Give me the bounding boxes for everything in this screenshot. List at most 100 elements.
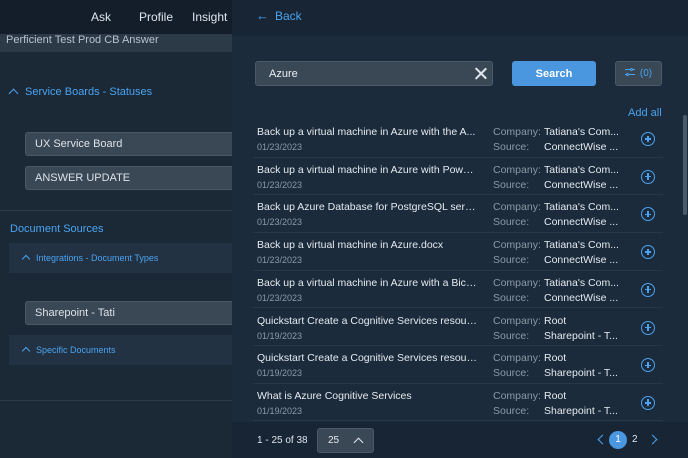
company-value: Tatiana's Com... <box>544 163 619 176</box>
chevron-up-icon <box>8 88 19 99</box>
result-row[interactable]: Back up a virtual machine in Azure with … <box>253 271 663 309</box>
result-title[interactable]: What is Azure Cognitive Services <box>257 390 479 402</box>
source-label: Source: <box>493 291 530 304</box>
result-title[interactable]: Quickstart Create a Cognitive Services r… <box>257 315 479 327</box>
company-label: Company: <box>493 352 541 365</box>
company-value: Tatiana's Com... <box>544 239 619 252</box>
result-date: 01/23/2023 <box>257 217 303 228</box>
service-boards-header[interactable]: Service Boards - Statuses <box>0 86 232 99</box>
source-value: ConnectWise ... <box>544 141 619 153</box>
divider <box>0 400 232 401</box>
specific-documents-header[interactable]: Specific Documents <box>9 335 232 365</box>
result-title[interactable]: Back up a virtual machine in Azure.docx <box>257 239 479 251</box>
result-date: 01/19/2023 <box>257 330 303 341</box>
company-label: Company: <box>493 239 541 252</box>
filter-count: (0) <box>639 68 653 79</box>
top-navigation: Ask Profile Insight <box>0 0 232 34</box>
company-value: Tatiana's Com... <box>544 201 619 214</box>
result-row[interactable]: Quickstart Create a Cognitive Services r… <box>253 346 663 384</box>
add-circle-icon[interactable] <box>641 245 655 260</box>
chevron-left-icon[interactable] <box>597 434 608 445</box>
result-title[interactable]: Quickstart Create a Cognitive Services r… <box>257 352 479 364</box>
company-value: Root <box>544 314 567 327</box>
results-range: 1 - 25 of 38 <box>257 435 308 446</box>
scrollbar-thumb[interactable] <box>683 115 687 215</box>
company-label: Company: <box>493 314 541 327</box>
result-row[interactable]: What is Azure Cognitive Services 01/19/20… <box>253 384 663 422</box>
company-label: Company: <box>493 201 541 214</box>
document-search-drawer: ← Back Search (0) Add all Back up a virtu… <box>232 0 688 458</box>
add-circle-icon[interactable] <box>641 358 655 373</box>
result-title[interactable]: Back up Azure Database for PostgreSQL se… <box>257 201 479 213</box>
chevron-up-icon <box>21 346 31 356</box>
divider <box>0 210 232 211</box>
nav-insight[interactable]: Insight <box>192 10 227 24</box>
source-value: Sharepoint - T... <box>544 404 618 417</box>
close-icon[interactable] <box>474 67 487 80</box>
integrations-title: Integrations - Document Types <box>36 253 159 263</box>
search-input[interactable] <box>256 62 464 85</box>
page-size-select[interactable]: 25 <box>317 428 374 453</box>
back-label: Back <box>275 9 302 23</box>
source-label: Source: <box>493 404 530 417</box>
nav-ask[interactable]: Ask <box>91 10 111 24</box>
company-value: Root <box>544 352 567 365</box>
source-label: Source: <box>493 178 530 191</box>
page-1-button[interactable]: 1 <box>609 431 627 449</box>
source-value: Sharepoint - T... <box>544 329 618 342</box>
back-button[interactable]: ← Back <box>256 8 302 23</box>
filter-button[interactable]: (0) <box>615 61 662 86</box>
add-circle-icon[interactable] <box>641 169 655 184</box>
result-date: 01/23/2023 <box>257 179 303 190</box>
source-value: Sharepoint - T... <box>544 367 618 380</box>
add-circle-icon[interactable] <box>641 395 655 410</box>
add-circle-icon[interactable] <box>641 207 655 222</box>
chevron-up-icon <box>353 437 364 448</box>
source-label: Source: <box>493 254 530 267</box>
results-list: Back up a virtual machine in Azure with … <box>253 120 663 422</box>
company-label: Company: <box>493 389 541 402</box>
add-all-link[interactable]: Add all <box>628 107 662 119</box>
result-row[interactable]: Back up Azure Database for PostgreSQL se… <box>253 195 663 233</box>
source-label: Source: <box>493 367 530 380</box>
sharepoint-field[interactable]: Sharepoint - Tati <box>25 301 232 325</box>
source-value: ConnectWise ... <box>544 291 619 304</box>
result-row[interactable]: Back up a virtual machine in Azure with … <box>253 120 663 158</box>
document-sources-title: Document Sources <box>10 223 104 235</box>
source-label: Source: <box>493 141 530 153</box>
chevron-right-icon[interactable] <box>647 434 658 445</box>
result-title[interactable]: Back up a virtual machine in Azure with … <box>257 126 479 138</box>
search-button[interactable]: Search <box>512 61 596 86</box>
source-label: Source: <box>493 216 530 229</box>
nav-profile[interactable]: Profile <box>139 10 173 24</box>
result-row[interactable]: Quickstart Create a Cognitive Services r… <box>253 309 663 347</box>
result-row[interactable]: Back up a virtual machine in Azure with … <box>253 158 663 196</box>
result-date: 01/23/2023 <box>257 292 303 303</box>
result-date: 01/19/2023 <box>257 368 303 379</box>
arrow-left-icon: ← <box>256 8 269 23</box>
result-title[interactable]: Back up a virtual machine in Azure with … <box>257 277 479 289</box>
drawer-header: ← Back <box>232 0 688 36</box>
service-board-field[interactable]: ANSWER UPDATE <box>25 166 232 190</box>
company-label: Company: <box>493 163 541 176</box>
company-value: Tatiana's Com... <box>544 126 619 138</box>
add-circle-icon[interactable] <box>641 320 655 335</box>
chevron-up-icon <box>21 254 31 264</box>
specific-documents-title: Specific Documents <box>36 345 116 355</box>
integrations-header[interactable]: Integrations - Document Types <box>9 243 232 273</box>
result-date: 01/19/2023 <box>257 405 303 416</box>
answer-field[interactable]: Perficient Test Prod CB Answer <box>0 34 232 52</box>
add-circle-icon[interactable] <box>641 132 655 146</box>
result-row[interactable]: Back up a virtual machine in Azure.docx 0… <box>253 233 663 271</box>
company-label: Company: <box>493 276 541 289</box>
source-value: ConnectWise ... <box>544 254 619 267</box>
result-title[interactable]: Back up a virtual machine in Azure with … <box>257 164 479 176</box>
source-value: ConnectWise ... <box>544 178 619 191</box>
search-box <box>255 61 493 86</box>
add-circle-icon[interactable] <box>641 282 655 297</box>
page-2-button[interactable]: 2 <box>632 431 642 449</box>
service-boards-title: Service Boards - Statuses <box>25 86 153 98</box>
page-size-value: 25 <box>328 435 340 446</box>
service-board-field[interactable]: UX Service Board <box>25 132 232 156</box>
company-value: Tatiana's Com... <box>544 276 619 289</box>
